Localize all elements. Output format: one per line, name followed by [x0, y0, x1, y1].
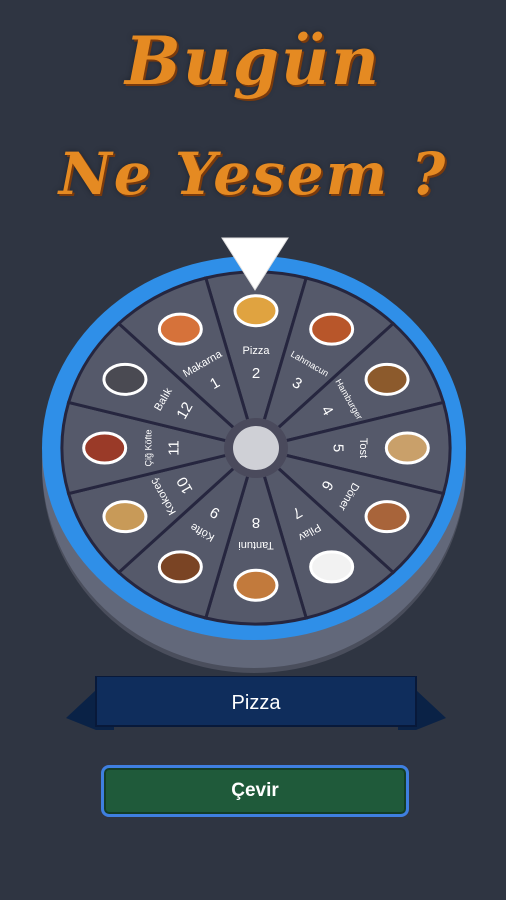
wheel-segment-label: Pizza: [243, 345, 271, 357]
wheel-hub: [233, 426, 279, 470]
cig-kofte-icon: [82, 431, 128, 465]
kofte-icon: [157, 550, 203, 584]
wheel-segment-label: Çiğ Köfte: [144, 429, 154, 466]
lahmacun-icon: [309, 312, 355, 346]
wheel-segment-label: Tost: [357, 438, 369, 458]
kokorec-icon: [102, 500, 148, 534]
result-text: Pizza: [231, 691, 281, 714]
wheel-segment-number: 2: [252, 365, 260, 382]
tantuni-icon: [233, 568, 279, 602]
wheel-segment-number: 5: [330, 444, 347, 452]
doner-icon: [364, 500, 410, 534]
pasta-icon: [157, 312, 203, 346]
rice-icon: [309, 550, 355, 584]
wheel-segment-label: Tantuni: [238, 539, 273, 551]
toast-icon: [384, 431, 430, 465]
pizza-icon: [233, 294, 279, 328]
spin-button[interactable]: Çevir: [101, 765, 409, 817]
fish-icon: [102, 362, 148, 396]
wheel-segment-number: 8: [252, 514, 260, 531]
hamburger-icon: [364, 362, 410, 396]
wheel-segment-number: 11: [165, 440, 182, 456]
